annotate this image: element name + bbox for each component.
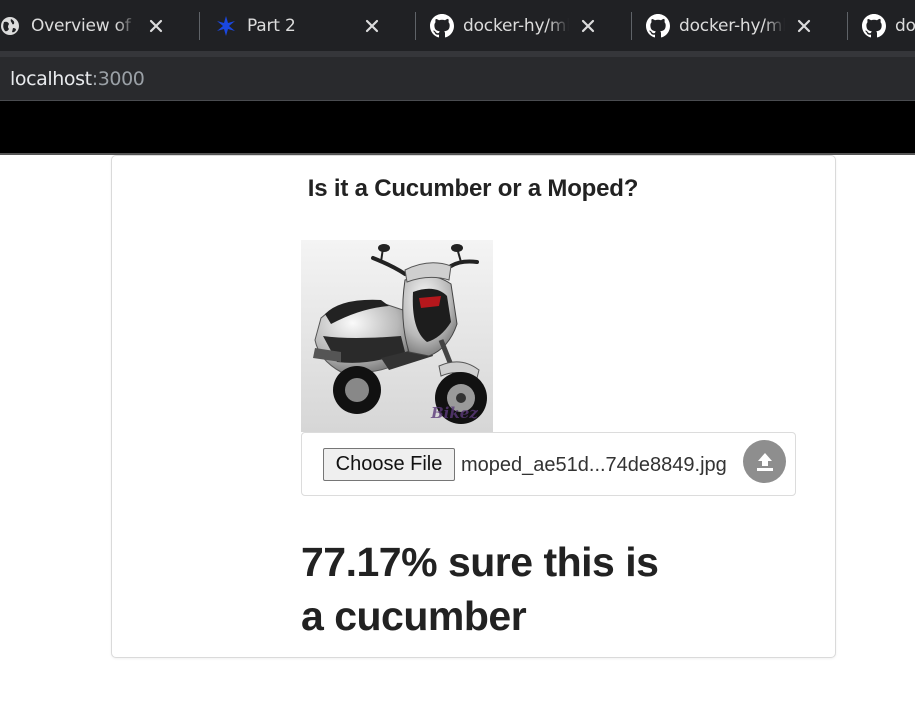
upload-button[interactable]	[743, 440, 786, 483]
github-icon	[430, 14, 454, 38]
choose-file-button[interactable]: Choose File	[323, 448, 455, 481]
page-title: Is it a Cucumber or a Moped?	[307, 175, 639, 202]
globe-icon	[0, 14, 22, 38]
url-host: localhost	[10, 68, 92, 90]
github-icon	[862, 14, 886, 38]
upload-icon	[756, 452, 773, 471]
close-icon[interactable]	[359, 13, 385, 39]
image-watermark: Bikez	[430, 404, 478, 422]
tab-title: do	[895, 16, 915, 36]
github-icon	[646, 14, 670, 38]
url-port: :3000	[91, 68, 145, 90]
tab-overview[interactable]: Overview of An	[0, 0, 200, 51]
tab-part-2[interactable]: Part 2	[200, 0, 416, 51]
uploaded-image: Bikez	[301, 240, 493, 432]
url-field[interactable]: localhost:3000	[10, 65, 145, 93]
close-icon[interactable]	[143, 13, 169, 39]
app-logo-icon	[214, 14, 238, 38]
close-icon[interactable]	[575, 13, 601, 39]
prediction-result: 77.17% sure this is a cucumber	[301, 539, 659, 639]
browser-tab-strip: Overview of An Part 2 docker-hy/ml-k doc…	[0, 0, 915, 51]
tab-docker-hy-3[interactable]: do	[848, 0, 915, 51]
upload-form: Choose File moped_ae51d...74de8849.jpg	[301, 432, 796, 496]
address-bar[interactable]: localhost:3000	[0, 51, 915, 101]
tab-title: Part 2	[247, 16, 296, 36]
tab-title: Overview of An	[31, 16, 137, 36]
close-icon[interactable]	[791, 13, 817, 39]
tab-title: docker-hy/ml-k	[463, 16, 569, 36]
selected-filename: moped_ae51d...74de8849.jpg	[461, 454, 727, 476]
tab-title: docker-hy/ml-k	[679, 16, 785, 36]
tab-docker-hy-1[interactable]: docker-hy/ml-k	[416, 0, 632, 51]
tab-docker-hy-2[interactable]: docker-hy/ml-k	[632, 0, 848, 51]
page-header-bar	[0, 101, 915, 153]
